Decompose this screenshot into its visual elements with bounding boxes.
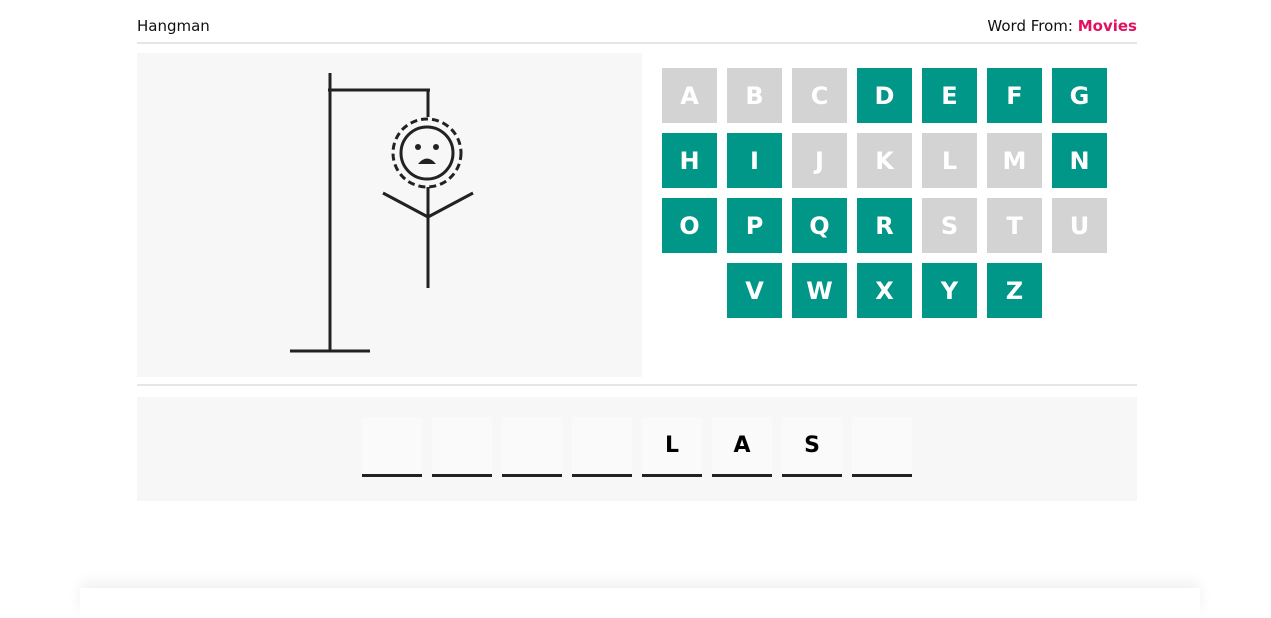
sad-face-icon: [391, 117, 463, 189]
key-u[interactable]: U: [1052, 198, 1107, 253]
header: Hangman Word From: Movies: [137, 0, 1137, 44]
left-eye: [415, 144, 421, 150]
key-k[interactable]: K: [857, 133, 912, 188]
key-y[interactable]: Y: [922, 263, 977, 318]
key-b[interactable]: B: [727, 68, 782, 123]
key-t[interactable]: T: [987, 198, 1042, 253]
letter-slot: [432, 417, 492, 477]
key-v[interactable]: V: [727, 263, 782, 318]
key-e[interactable]: E: [922, 68, 977, 123]
frown-mouth: [418, 158, 436, 164]
key-p[interactable]: P: [727, 198, 782, 253]
right-eye: [433, 144, 439, 150]
key-m[interactable]: M: [987, 133, 1042, 188]
word-panel: LAS: [137, 397, 1137, 501]
letter-slot: A: [712, 417, 772, 477]
key-j[interactable]: J: [792, 133, 847, 188]
key-q[interactable]: Q: [792, 198, 847, 253]
letter-slot: S: [782, 417, 842, 477]
word-from-label: Word From:: [987, 17, 1078, 35]
key-w[interactable]: W: [792, 263, 847, 318]
game-title: Hangman: [137, 17, 210, 35]
key-o[interactable]: O: [662, 198, 717, 253]
key-h[interactable]: H: [662, 133, 717, 188]
section-divider: [137, 384, 1137, 386]
letter-slot: [852, 417, 912, 477]
key-n[interactable]: N: [1052, 133, 1107, 188]
footer-shadow: [80, 588, 1200, 618]
key-i[interactable]: I: [727, 133, 782, 188]
hangman-figure: [290, 73, 474, 353]
word-category-label: Word From: Movies: [987, 17, 1137, 35]
key-f[interactable]: F: [987, 68, 1042, 123]
letter-slot: [572, 417, 632, 477]
key-a[interactable]: A: [662, 68, 717, 123]
letter-slot: [362, 417, 422, 477]
key-d[interactable]: D: [857, 68, 912, 123]
hangman-drawing-panel: [137, 53, 642, 377]
head-inner: [399, 125, 455, 181]
head-outline: [391, 117, 463, 189]
left-arm: [382, 191, 429, 219]
letter-slot: [502, 417, 562, 477]
key-l[interactable]: L: [922, 133, 977, 188]
key-x[interactable]: X: [857, 263, 912, 318]
key-c[interactable]: C: [792, 68, 847, 123]
key-s[interactable]: S: [922, 198, 977, 253]
key-z[interactable]: Z: [987, 263, 1042, 318]
key-r[interactable]: R: [857, 198, 912, 253]
letter-slot: L: [642, 417, 702, 477]
word-category: Movies: [1077, 17, 1137, 35]
letter-keyboard: ABCDEFG HIJKLMN OPQRSTU VWXYZ: [662, 68, 1122, 328]
right-arm: [427, 191, 474, 219]
key-g[interactable]: G: [1052, 68, 1107, 123]
